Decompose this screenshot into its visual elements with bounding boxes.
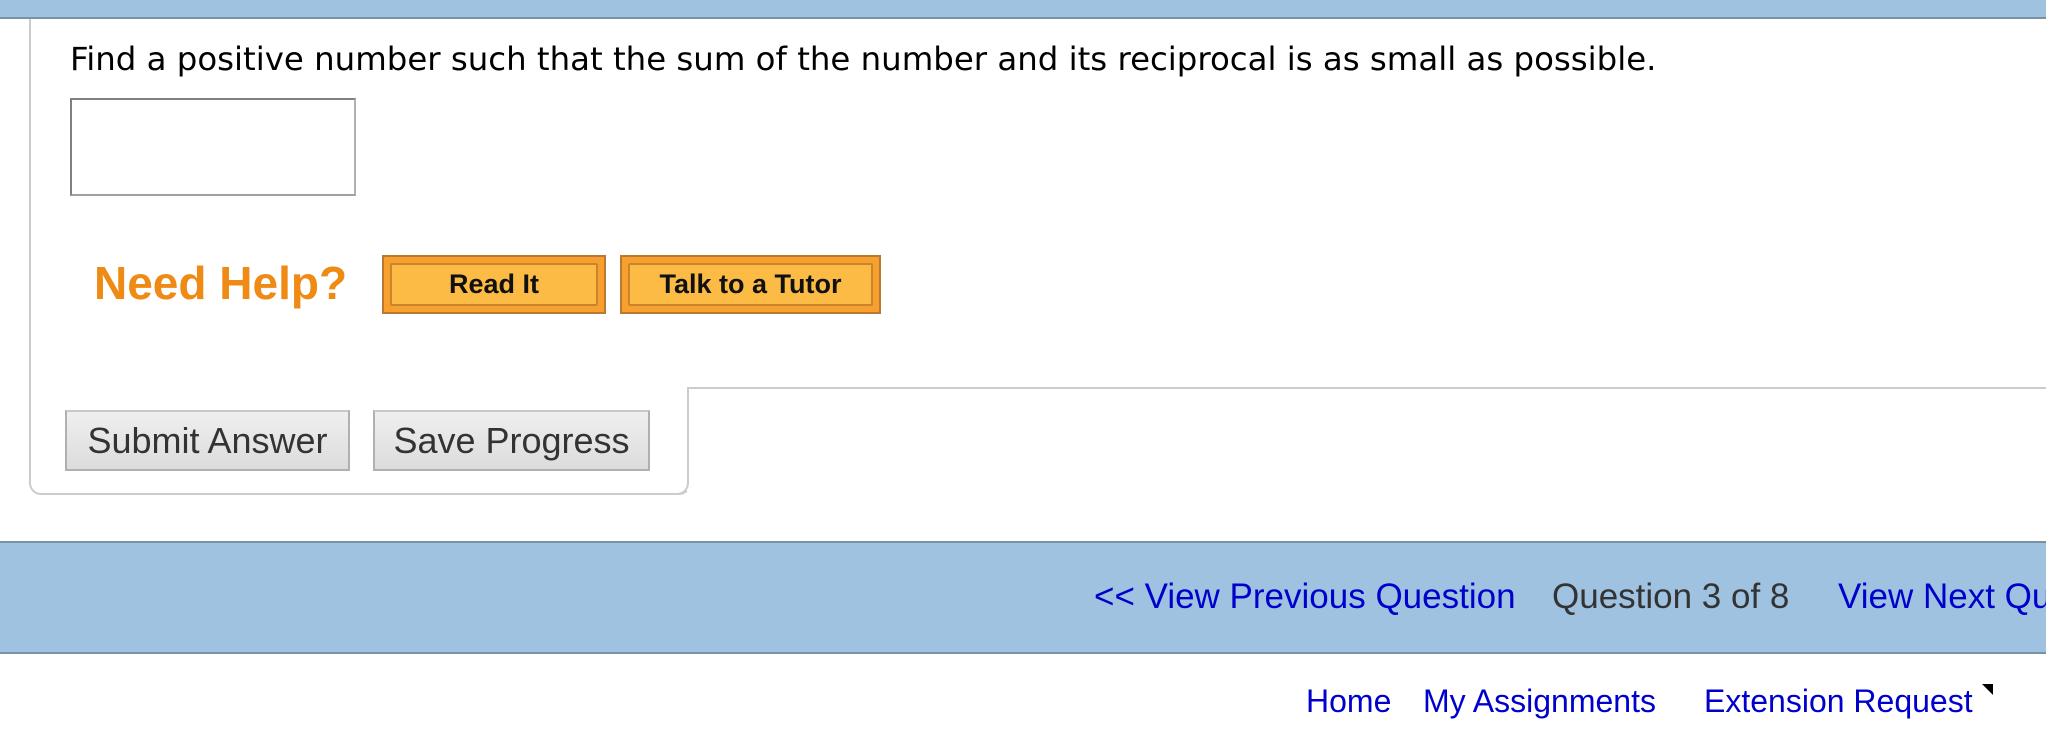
talk-to-tutor-button[interactable]: Talk to a Tutor [620, 255, 881, 314]
talk-to-tutor-button-label: Talk to a Tutor [628, 263, 873, 306]
need-help-label: Need Help? [94, 257, 348, 309]
previous-question-link[interactable]: << View Previous Question [1094, 577, 1516, 617]
external-link-icon [1982, 684, 1993, 695]
question-counter: Question 3 of 8 [1552, 577, 1790, 616]
footer-link-extension-request[interactable]: Extension Request [1704, 683, 1973, 719]
top-banner-bar [0, 0, 2046, 19]
panel-border [687, 388, 689, 483]
save-progress-button[interactable]: Save Progress [373, 410, 650, 471]
read-it-button-label: Read It [390, 263, 598, 306]
question-text: Find a positive number such that the sum… [70, 40, 1657, 78]
read-it-button[interactable]: Read It [382, 255, 606, 314]
next-question-link[interactable]: View Next Question [1838, 577, 2046, 617]
panel-border [687, 387, 2046, 389]
submit-answer-button[interactable]: Submit Answer [65, 410, 350, 471]
footer-link-home[interactable]: Home [1306, 683, 1391, 719]
panel-border-corner [675, 481, 689, 495]
footer-link-my-assignments[interactable]: My Assignments [1423, 683, 1656, 719]
answer-input[interactable] [70, 98, 356, 196]
